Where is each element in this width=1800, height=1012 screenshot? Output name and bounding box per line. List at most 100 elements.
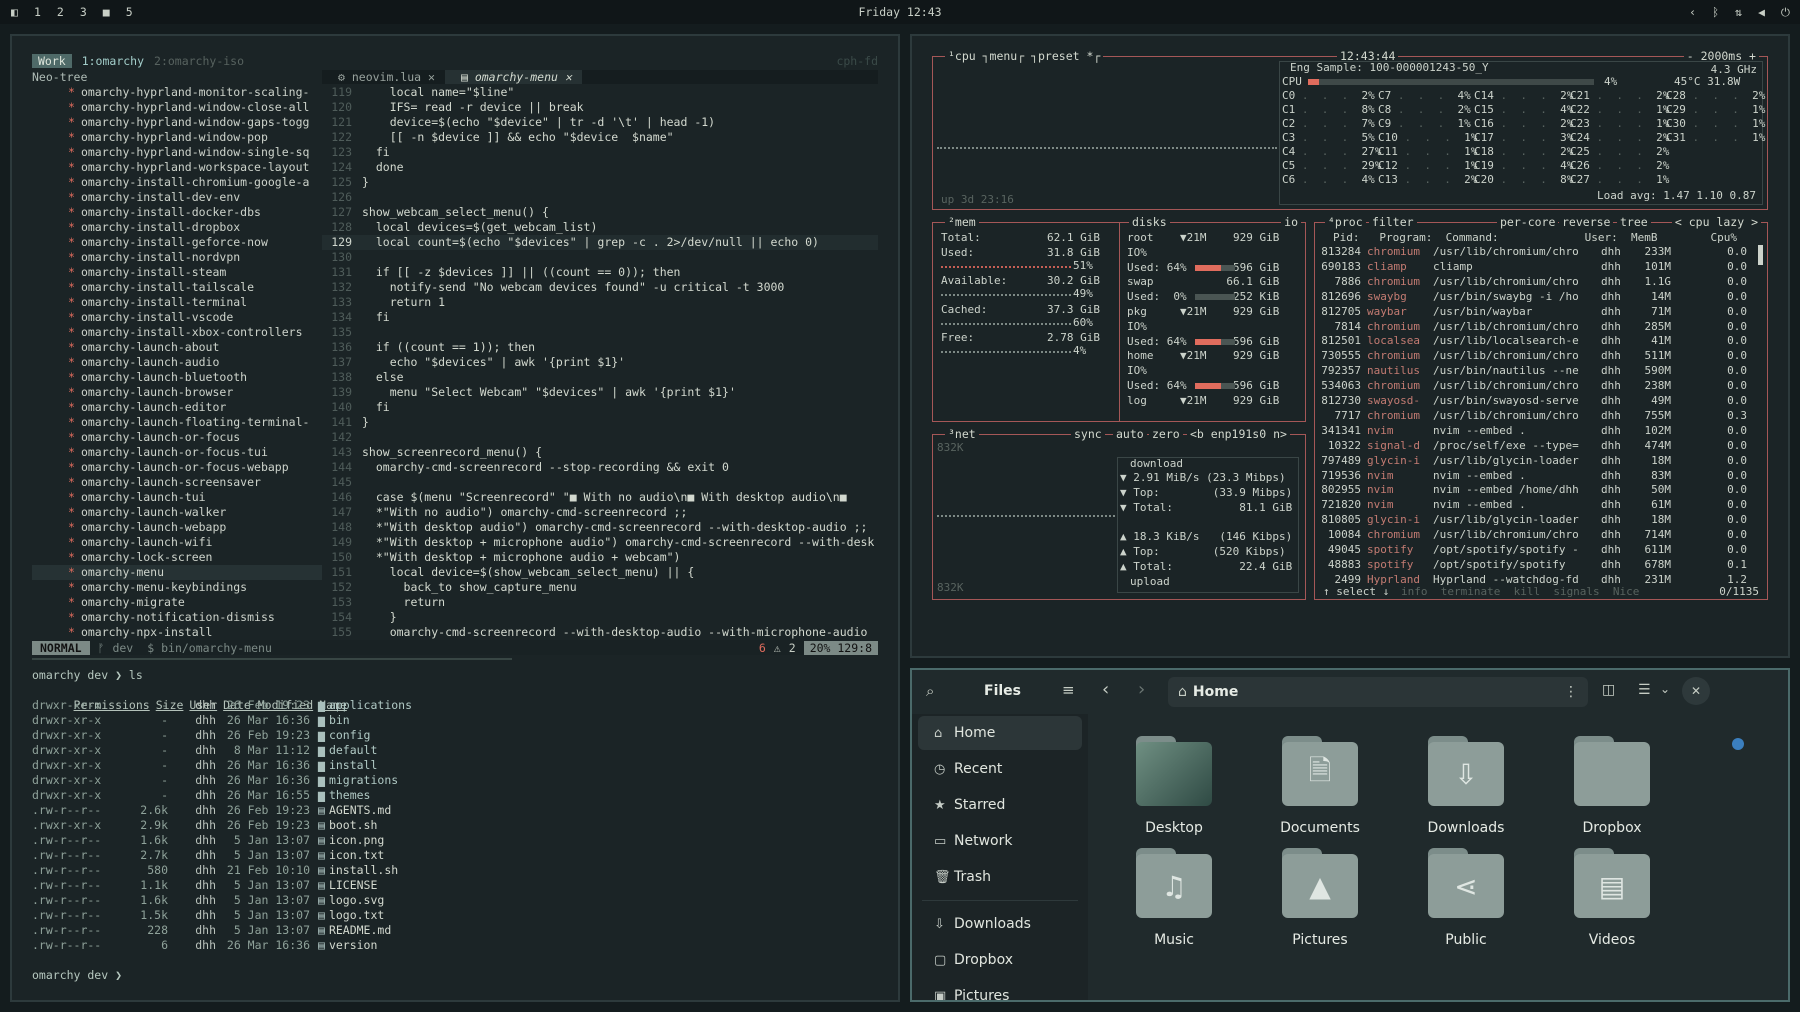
proc-cell[interactable]: nautilus: [1367, 364, 1420, 377]
tree-item[interactable]: * omarchy-hyprland-monitor-scaling-: [32, 85, 322, 100]
proc-cell[interactable]: nvim --embed .: [1433, 498, 1526, 511]
sidebar-item-downloads[interactable]: ⇩ Downloads: [918, 907, 1082, 941]
proc-cell[interactable]: 810805: [1317, 513, 1361, 526]
proc-cell[interactable]: 0.0: [1711, 424, 1747, 437]
proc-cell[interactable]: 1.2: [1711, 573, 1747, 586]
proc-cell[interactable]: dhh: [1601, 320, 1621, 333]
tree-item[interactable]: * omarchy-npx-install: [32, 625, 322, 640]
proc-cell[interactable]: nvim: [1367, 483, 1394, 496]
proc-cell[interactable]: 1.1G: [1635, 275, 1672, 288]
code-line[interactable]: 125}: [322, 175, 878, 190]
tree-item[interactable]: * omarchy-hyprland-window-gaps-togg: [32, 115, 322, 130]
tree-item[interactable]: * omarchy-launch-or-focus: [32, 430, 322, 445]
tree-item[interactable]: * omarchy-install-dev-env: [32, 190, 322, 205]
code-line[interactable]: 148 *"With desktop audio") omarchy-cmd-s…: [322, 520, 878, 535]
code-line[interactable]: 149 *"With desktop + microphone audio") …: [322, 535, 878, 550]
proc-cell[interactable]: 18M: [1635, 454, 1671, 467]
code-line[interactable]: 132 notify-send "No webcam devices found…: [322, 280, 878, 295]
proc-cell[interactable]: 48883: [1317, 558, 1361, 571]
proc-cell[interactable]: chromium: [1367, 409, 1420, 422]
tree-item[interactable]: * omarchy-launch-walker: [32, 505, 322, 520]
proc-box-title[interactable]: ⁴proc: [1325, 215, 1366, 229]
proc-cell[interactable]: dhh: [1601, 439, 1621, 452]
tree-item[interactable]: * omarchy-install-geforce-now: [32, 235, 322, 250]
proc-cell[interactable]: 10084: [1317, 528, 1361, 541]
tree-item[interactable]: * omarchy-hyprland-window-pop: [32, 130, 322, 145]
proc-cell[interactable]: 0.0: [1711, 290, 1747, 303]
buffer-tab-neovim-lua[interactable]: ⚙ neovim.lua ✕: [322, 70, 445, 84]
code-line[interactable]: 131 if [[ -z $devices ]] || ((count == 0…: [322, 265, 878, 280]
proc-cell[interactable]: chromium: [1367, 528, 1420, 541]
mem-box-title[interactable]: ²mem: [945, 215, 979, 229]
tree-item[interactable]: * omarchy-install-tailscale: [32, 280, 322, 295]
folder-public[interactable]: ⋖ Public: [1396, 848, 1536, 948]
workspace-5[interactable]: 5: [123, 5, 136, 19]
proc-cell[interactable]: 0.3: [1711, 409, 1747, 422]
screenshot-icon[interactable]: ◫: [1602, 682, 1615, 698]
code-line[interactable]: 135: [322, 325, 878, 340]
tab-omarchy-iso[interactable]: 2:omarchy-iso: [154, 54, 244, 68]
code-line[interactable]: 154 }: [322, 610, 878, 625]
workspace-3[interactable]: 3: [77, 5, 90, 19]
code-line[interactable]: 121 device=$(echo "$device" | tr -d '\t'…: [322, 115, 878, 130]
forward-icon[interactable]: ›: [1138, 679, 1145, 700]
proc-cell[interactable]: spotify: [1367, 558, 1413, 571]
tree-item[interactable]: * omarchy-launch-webapp: [32, 520, 322, 535]
ls-name[interactable]: ▤ logo.txt: [318, 908, 384, 923]
proc-cell[interactable]: dhh: [1601, 469, 1621, 482]
proc-cell[interactable]: 511M: [1635, 349, 1672, 362]
code-line[interactable]: 146 case $(menu "Screenrecord" "■ With n…: [322, 490, 878, 505]
proc-cell[interactable]: 0.0: [1711, 260, 1747, 273]
tree-item[interactable]: * omarchy-install-dropbox: [32, 220, 322, 235]
tree-item[interactable]: * omarchy-launch-or-focus-webapp: [32, 460, 322, 475]
proc-cell[interactable]: dhh: [1601, 334, 1621, 347]
proc-cell[interactable]: Hyprland: [1367, 573, 1420, 586]
proc-cell[interactable]: dhh: [1601, 528, 1621, 541]
proc-cell[interactable]: dhh: [1601, 558, 1621, 571]
proc-cell[interactable]: /usr/lib/localsearch-e: [1433, 334, 1579, 347]
proc-cell[interactable]: 730555: [1317, 349, 1361, 362]
proc-cell[interactable]: 721820: [1317, 498, 1361, 511]
tree-item[interactable]: * omarchy-install-steam: [32, 265, 322, 280]
close-icon[interactable]: ✕: [558, 70, 572, 84]
tab-omarchy[interactable]: 1:omarchy: [82, 54, 144, 68]
close-icon[interactable]: ✕: [1682, 677, 1710, 705]
buffer-tab-omarchy-menu[interactable]: ▤ omarchy-menu ✕: [444, 70, 582, 84]
workspace-4-active-icon[interactable]: ■: [100, 5, 113, 19]
code-line[interactable]: 136 if ((count == 1)); then: [322, 340, 878, 355]
tree-item[interactable]: * omarchy-install-xbox-controllers: [32, 325, 322, 340]
proc-cell[interactable]: nvim: [1367, 424, 1394, 437]
ls-name[interactable]: ▤ boot.sh: [318, 818, 377, 833]
proc-cell[interactable]: dhh: [1601, 349, 1621, 362]
proc-cell[interactable]: 0.0: [1711, 483, 1747, 496]
proc-cell[interactable]: 590M: [1635, 364, 1672, 377]
proc-cell[interactable]: 238M: [1635, 379, 1672, 392]
code-line[interactable]: 155 omarchy-cmd-screenrecord --with-desk…: [322, 625, 878, 640]
proc-cell[interactable]: 802955: [1317, 483, 1361, 496]
proc-cell[interactable]: 101M: [1635, 260, 1672, 273]
ls-name[interactable]: ▤ AGENTS.md: [318, 803, 391, 818]
proc-cell[interactable]: 755M: [1635, 409, 1672, 422]
proc-cell[interactable]: 7814: [1317, 320, 1362, 333]
proc-cell[interactable]: 812705: [1317, 305, 1361, 318]
close-icon[interactable]: ✕: [421, 70, 435, 84]
code-line[interactable]: 138 else: [322, 370, 878, 385]
proc-cell[interactable]: nvim: [1367, 469, 1394, 482]
proc-cell[interactable]: cliamp: [1433, 260, 1473, 273]
proc-cell[interactable]: 0.0: [1711, 498, 1747, 511]
ls-name[interactable]: ▆ applications: [318, 698, 412, 713]
tree-item[interactable]: * omarchy-install-terminal: [32, 295, 322, 310]
proc-cell[interactable]: /usr/lib/chromium/chro: [1433, 409, 1579, 422]
net-auto-toggle[interactable]: auto: [1113, 427, 1147, 441]
folder-downloads[interactable]: ⇩ Downloads: [1396, 736, 1536, 836]
ls-name[interactable]: ▤ README.md: [318, 923, 391, 938]
tree-item[interactable]: * omarchy-install-nordvpn: [32, 250, 322, 265]
code-line[interactable]: 144 omarchy-cmd-screenrecord --stop-reco…: [322, 460, 878, 475]
bluetooth-icon[interactable]: ᛒ: [1712, 5, 1719, 19]
sidebar-item-trash[interactable]: 🗑 Trash: [918, 860, 1082, 894]
proc-cell[interactable]: 0.0: [1711, 528, 1747, 541]
proc-cell[interactable]: 83M: [1635, 469, 1671, 482]
tree-item[interactable]: * omarchy-lock-screen: [32, 550, 322, 565]
proc-cell[interactable]: swayosd-: [1367, 394, 1420, 407]
net-sync-toggle[interactable]: sync: [1071, 427, 1105, 441]
